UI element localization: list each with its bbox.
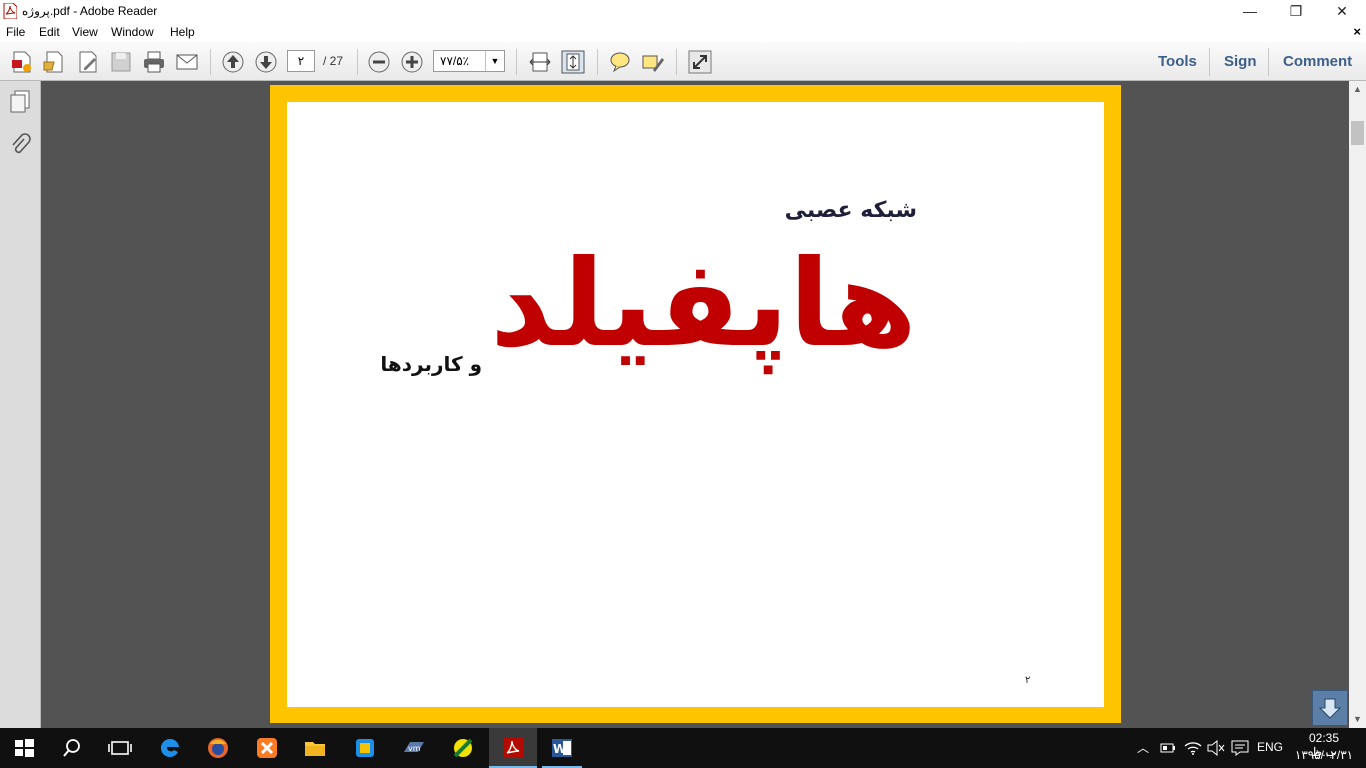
page-thumbnails-icon[interactable] (9, 90, 31, 114)
show-hidden-icons-chevron-icon[interactable]: ︿ (1137, 739, 1149, 756)
toolbar-separator (210, 49, 211, 75)
page-total-label: / 27 (323, 54, 344, 68)
menu-view[interactable]: View (72, 25, 98, 39)
input-language-indicator[interactable]: ENG (1257, 740, 1283, 754)
taskbar-active-adobe-reader[interactable] (489, 728, 537, 768)
svg-text:W: W (553, 742, 566, 756)
xampp-icon[interactable] (255, 736, 279, 760)
slide-page-number: ۲ (1025, 675, 1031, 686)
zoom-value: ۷۷/۵٪ (440, 54, 470, 68)
navigation-pane (0, 81, 41, 728)
zoom-out-icon[interactable] (367, 50, 391, 74)
menu-bar: File Edit View Window Help × (0, 22, 1366, 42)
slide-content: شبکه عصبی هاپفیلد و کاربردها ۲ (287, 102, 1104, 707)
edit-document-icon[interactable] (76, 50, 100, 74)
title-bar: پروژه.pdf - Adobe Reader — ❐ ✕ (0, 0, 1366, 22)
windows-store-icon[interactable] (353, 736, 377, 760)
comment-pane-button[interactable]: Comment (1283, 53, 1352, 70)
toolbar-separator (357, 49, 358, 75)
arrow-down-icon (1319, 698, 1341, 719)
sign-pane-button[interactable]: Sign (1224, 53, 1257, 70)
open-file-icon[interactable] (42, 50, 66, 74)
scroll-up-arrow-icon[interactable]: ▲ (1349, 81, 1366, 98)
next-page-icon[interactable] (254, 50, 278, 74)
pdf-page: شبکه عصبی هاپفیلد و کاربردها ۲ (270, 85, 1121, 723)
toolbar-separator (1209, 48, 1210, 76)
menu-file[interactable]: File (6, 25, 25, 39)
highlight-text-icon[interactable] (641, 50, 665, 74)
vertical-scrollbar[interactable]: ▲ ▼ (1349, 81, 1366, 728)
menu-window[interactable]: Window (111, 25, 154, 39)
taskbar-word[interactable]: W (538, 728, 586, 768)
print-icon[interactable] (142, 50, 166, 74)
minimize-button[interactable]: — (1227, 0, 1273, 22)
save-icon[interactable] (109, 50, 133, 74)
create-pdf-icon[interactable] (10, 50, 34, 74)
toolbar-separator (676, 49, 677, 75)
zoom-in-icon[interactable] (400, 50, 424, 74)
attachments-paperclip-icon[interactable] (9, 133, 31, 157)
slide-title: هاپفیلد (490, 235, 919, 374)
task-view-icon[interactable] (108, 736, 132, 760)
comment-bubble-icon[interactable] (608, 50, 632, 74)
expand-icon[interactable] (688, 50, 712, 74)
fit-width-icon[interactable] (528, 50, 552, 74)
toolbar-separator (1268, 48, 1269, 76)
menu-edit[interactable]: Edit (39, 25, 60, 39)
action-center-icon[interactable] (1231, 740, 1249, 756)
toolbar-separator (597, 49, 598, 75)
toolbar-separator (516, 49, 517, 75)
window-title: پروژه.pdf - Adobe Reader (22, 4, 158, 18)
image-editor-icon[interactable] (451, 736, 475, 760)
menu-help[interactable]: Help (170, 25, 195, 39)
taskbar: vm W ︿ ENG 02:35 ب.ظ ۱۳۹۵/۰۲/۳۱ (0, 728, 1366, 768)
adobe-reader-icon (503, 738, 523, 758)
previous-page-icon[interactable] (221, 50, 245, 74)
toolbar: ۲ / 27 ۷۷/۵٪ ▼ Tools Sign Comment (0, 42, 1366, 81)
scroll-down-arrow-icon[interactable]: ▼ (1349, 711, 1366, 728)
tools-pane-button[interactable]: Tools (1158, 53, 1197, 70)
battery-icon[interactable] (1160, 741, 1176, 755)
edge-browser-icon[interactable] (158, 736, 182, 760)
volume-muted-icon[interactable] (1207, 740, 1225, 756)
scrollbar-thumb[interactable] (1351, 121, 1364, 145)
page-number-input[interactable]: ۲ (287, 50, 315, 72)
clock-date[interactable]: ۱۳۹۵/۰۲/۳۱ (1294, 748, 1354, 762)
fit-page-icon[interactable] (561, 50, 585, 74)
close-window-button[interactable]: ✕ (1319, 0, 1365, 22)
close-document-button[interactable]: × (1353, 24, 1361, 39)
file-explorer-icon[interactable] (303, 736, 327, 760)
microsoft-word-icon: W (552, 739, 572, 757)
chevron-down-icon[interactable]: ▼ (485, 51, 504, 71)
wifi-icon[interactable] (1184, 740, 1202, 756)
zoom-select[interactable]: ۷۷/۵٪ ▼ (433, 50, 505, 72)
slide-title-suffix: و کاربردها (380, 352, 482, 376)
firefox-icon[interactable] (206, 736, 230, 760)
pdf-file-icon (3, 3, 17, 19)
windows-start-icon[interactable] (12, 736, 36, 760)
email-icon[interactable] (175, 50, 199, 74)
document-view[interactable]: شبکه عصبی هاپفیلد و کاربردها ۲ (41, 81, 1349, 728)
search-icon[interactable] (60, 736, 84, 760)
restore-button[interactable]: ❐ (1273, 0, 1319, 22)
vmware-icon[interactable]: vm (402, 736, 426, 760)
svg-text:vm: vm (408, 744, 421, 753)
scroll-to-next-button[interactable] (1312, 690, 1348, 726)
